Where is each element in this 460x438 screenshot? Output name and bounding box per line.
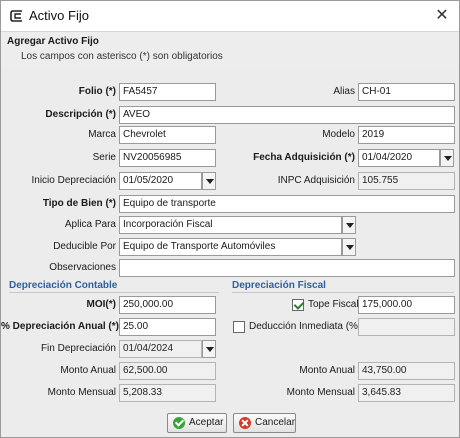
modelo-input[interactable]: 2019: [358, 126, 455, 144]
window-title: Activo Fijo: [29, 8, 89, 23]
aceptar-button[interactable]: Aceptar: [167, 413, 227, 433]
cancel-icon: [239, 417, 251, 429]
monto-anual-contable-label: Monto Anual: [60, 365, 116, 376]
check-icon: [173, 417, 185, 429]
aplica-para-select[interactable]: Incorporación Fiscal: [119, 216, 342, 234]
aceptar-label: Aceptar: [189, 417, 224, 428]
monto-mensual-fiscal-label: Monto Mensual: [286, 387, 355, 398]
divider: [232, 292, 454, 293]
fecha-adquisicion-dropdown-button[interactable]: [440, 149, 454, 167]
folio-label: Folio (*): [78, 86, 116, 97]
form-body: Folio (*) FA5457 Alias CH-01 Descripción…: [1, 68, 459, 437]
moi-input[interactable]: 250,000.00: [119, 296, 216, 314]
inicio-depreciacion-dropdown-button[interactable]: [202, 172, 216, 190]
modelo-label: Modelo: [322, 129, 355, 140]
fin-depreciacion-input[interactable]: 01/04/2024: [119, 340, 202, 358]
close-button[interactable]: ✕: [431, 5, 453, 27]
tope-fiscal-checkbox[interactable]: [292, 299, 304, 311]
serie-label: Serie: [92, 152, 116, 163]
aplica-para-label: Aplica Para: [64, 219, 116, 230]
moi-label: MOI(*): [86, 299, 116, 310]
inicio-depreciacion-label: Inicio Depreciación: [31, 175, 117, 186]
title-bar: Activo Fijo ✕: [1, 1, 459, 31]
fin-depreciacion-label: Fin Depreciación: [40, 343, 116, 354]
alias-label: Alias: [333, 86, 355, 97]
fin-depreciacion-dropdown-button[interactable]: [202, 340, 216, 358]
inpc-adquisicion-label: INPC Adquisición: [277, 175, 355, 186]
porcentaje-depreciacion-input[interactable]: 25.00: [119, 318, 216, 336]
folio-input[interactable]: FA5457: [119, 83, 216, 101]
marca-input[interactable]: Chevrolet: [119, 126, 216, 144]
tope-fiscal-label: Tope Fiscal: [308, 299, 359, 310]
monto-anual-fiscal-value: 43,750.00: [358, 362, 455, 380]
monto-mensual-contable-label: Monto Mensual: [47, 387, 116, 398]
deducible-por-dropdown-button[interactable]: [342, 238, 356, 256]
deducible-por-select[interactable]: Equipo de Transporte Automóviles: [119, 238, 342, 256]
cancelar-label: Cancelar: [255, 417, 296, 428]
deduccion-inmediata-label: Deducción Inmediata (%): [249, 321, 362, 332]
marca-label: Marca: [88, 129, 116, 140]
monto-mensual-contable-value: 5,208.33: [119, 384, 216, 402]
deduccion-inmediata-input[interactable]: [358, 318, 455, 336]
depreciacion-fiscal-title: Depreciación Fiscal: [232, 280, 326, 291]
aplica-para-dropdown-button[interactable]: [342, 216, 356, 234]
deduccion-inmediata-checkbox[interactable]: [233, 321, 245, 333]
monto-anual-fiscal-label: Monto Anual: [299, 365, 355, 376]
tope-fiscal-input[interactable]: 175,000.00: [358, 296, 455, 314]
monto-anual-contable-value: 62,500.00: [119, 362, 216, 380]
fecha-adquisicion-input[interactable]: 01/04/2020: [358, 149, 440, 167]
inicio-depreciacion-input[interactable]: 01/05/2020: [119, 172, 202, 190]
activo-fijo-window: Activo Fijo ✕ Agregar Activo Fijo Los ca…: [0, 0, 460, 438]
tipo-bien-label: Tipo de Bien (*): [42, 198, 116, 209]
deducible-por-label: Deducible Por: [53, 241, 116, 252]
close-icon: ✕: [435, 7, 449, 24]
descripcion-label: Descripción (*): [45, 109, 116, 120]
header-subtitle: Los campos con asterisco (*) son obligat…: [21, 51, 223, 62]
app-c-icon: [10, 10, 22, 22]
depreciacion-contable-title: Depreciación Contable: [9, 280, 118, 291]
observaciones-label: Observaciones: [49, 262, 116, 273]
tipo-bien-input[interactable]: Equipo de transporte: [119, 195, 455, 213]
cancelar-button[interactable]: Cancelar: [233, 413, 296, 433]
observaciones-input[interactable]: [119, 259, 455, 277]
porcentaje-depreciacion-label: % Depreciación Anual (*): [1, 321, 119, 332]
serie-input[interactable]: NV20056985: [119, 149, 216, 167]
dialog-header: Agregar Activo Fijo Los campos con aster…: [1, 31, 459, 69]
inpc-adquisicion-value: 105.755: [358, 172, 455, 190]
alias-input[interactable]: CH-01: [358, 83, 455, 101]
descripcion-input[interactable]: AVEO: [119, 106, 455, 124]
fecha-adquisicion-label: Fecha Adquisición (*): [253, 152, 355, 163]
header-title: Agregar Activo Fijo: [7, 36, 99, 47]
monto-mensual-fiscal-value: 3,645.83: [358, 384, 455, 402]
divider: [9, 292, 219, 293]
